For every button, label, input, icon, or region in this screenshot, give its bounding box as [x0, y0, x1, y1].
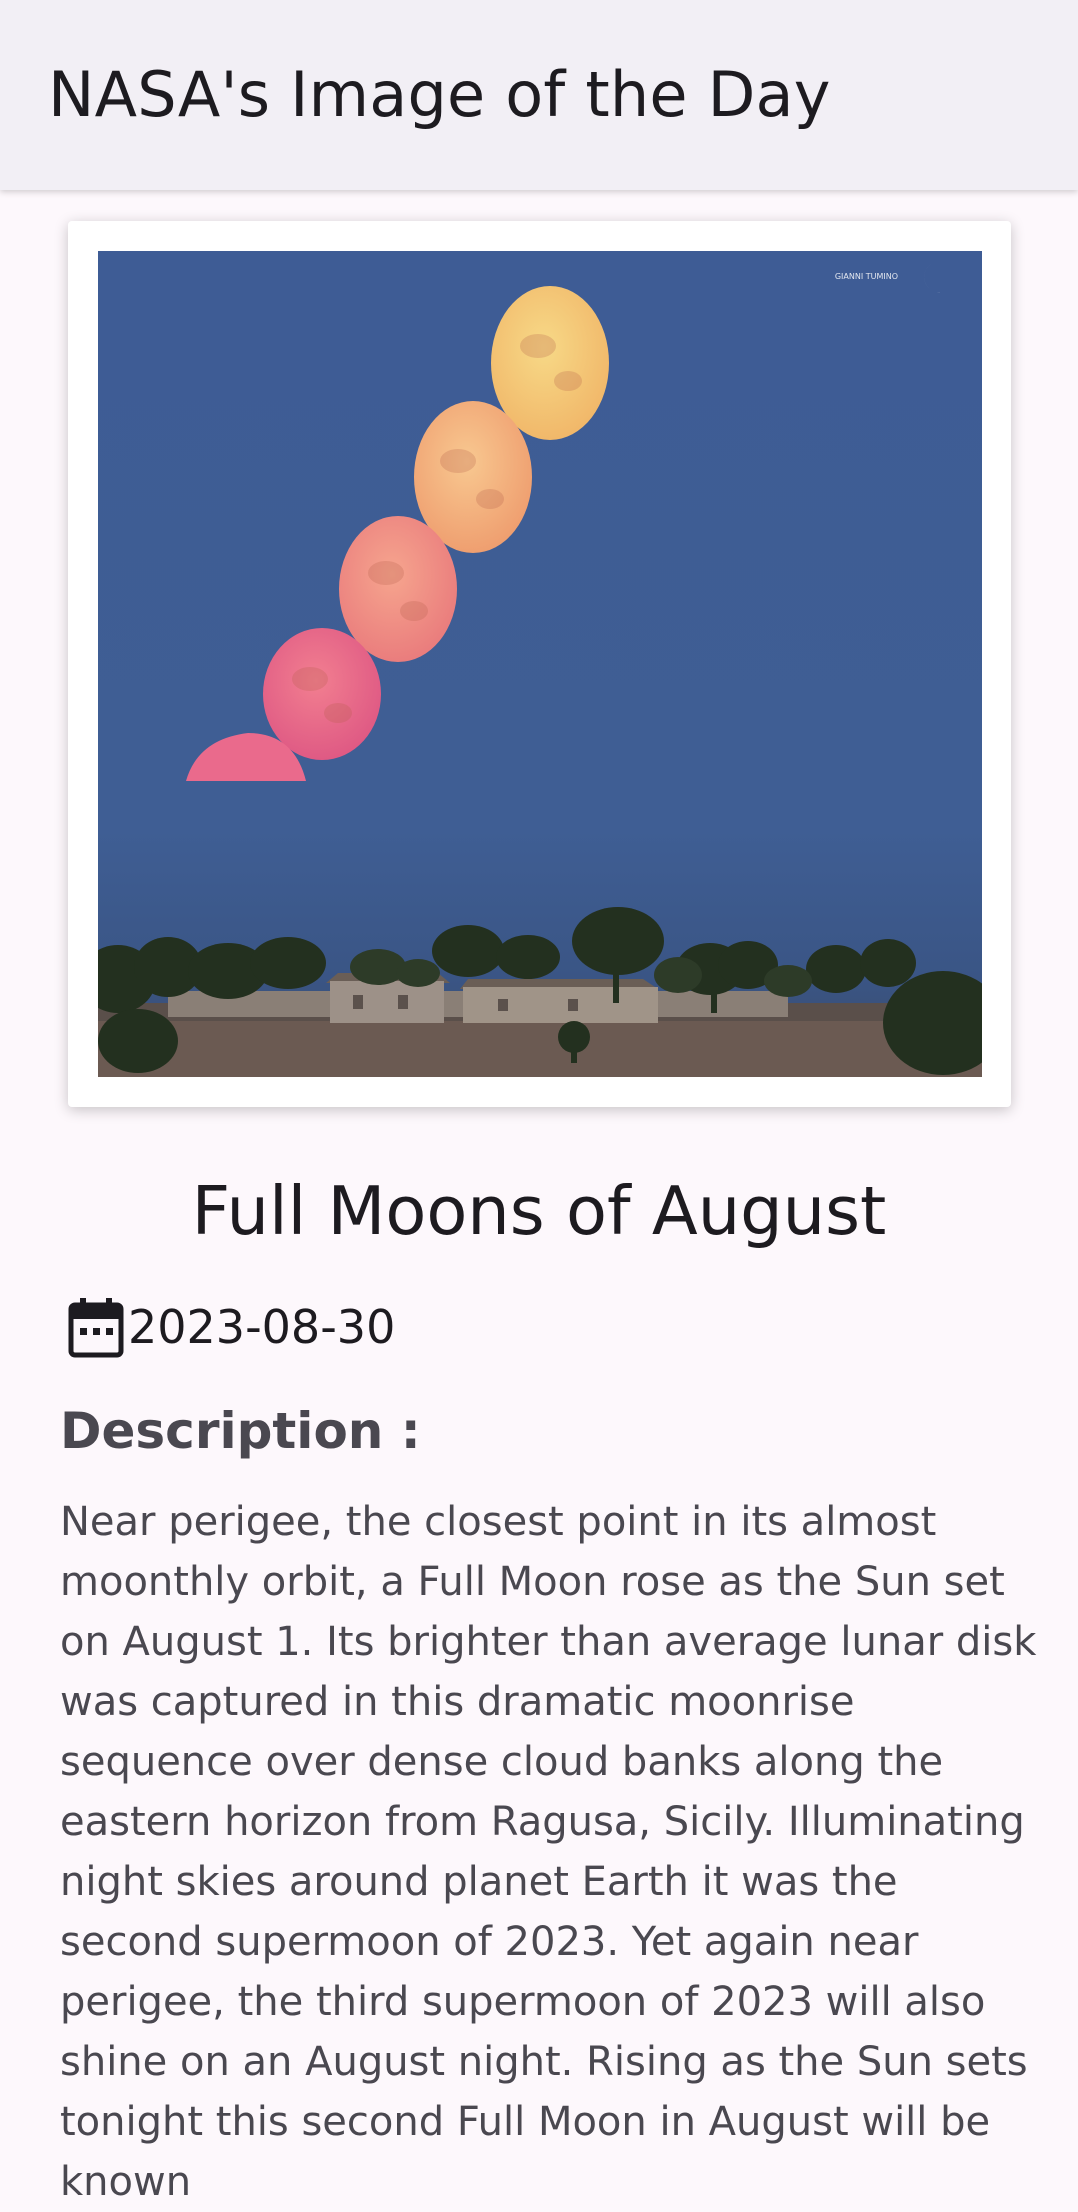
apod-title: Full Moons of August [191, 1172, 887, 1250]
watermark-text: GIANNI TUMINO [835, 272, 898, 281]
description-text: Near perigee, the closest point in its a… [60, 1499, 1037, 2205]
apod-date: 2023-08-30 [128, 1300, 396, 1354]
image-card[interactable]: GIANNI TUMINO [68, 221, 1011, 1107]
date-row: 2023-08-30 [66, 1296, 395, 1358]
moon-shape [263, 628, 381, 760]
moon-shape [339, 516, 457, 662]
calendar-icon [68, 1298, 124, 1358]
apod-image: GIANNI TUMINO [98, 251, 982, 1077]
app-title: NASA's Image of the Day [48, 58, 831, 131]
app-bar: NASA's Image of the Day [0, 0, 1078, 190]
description-heading: Description : [60, 1402, 421, 1460]
